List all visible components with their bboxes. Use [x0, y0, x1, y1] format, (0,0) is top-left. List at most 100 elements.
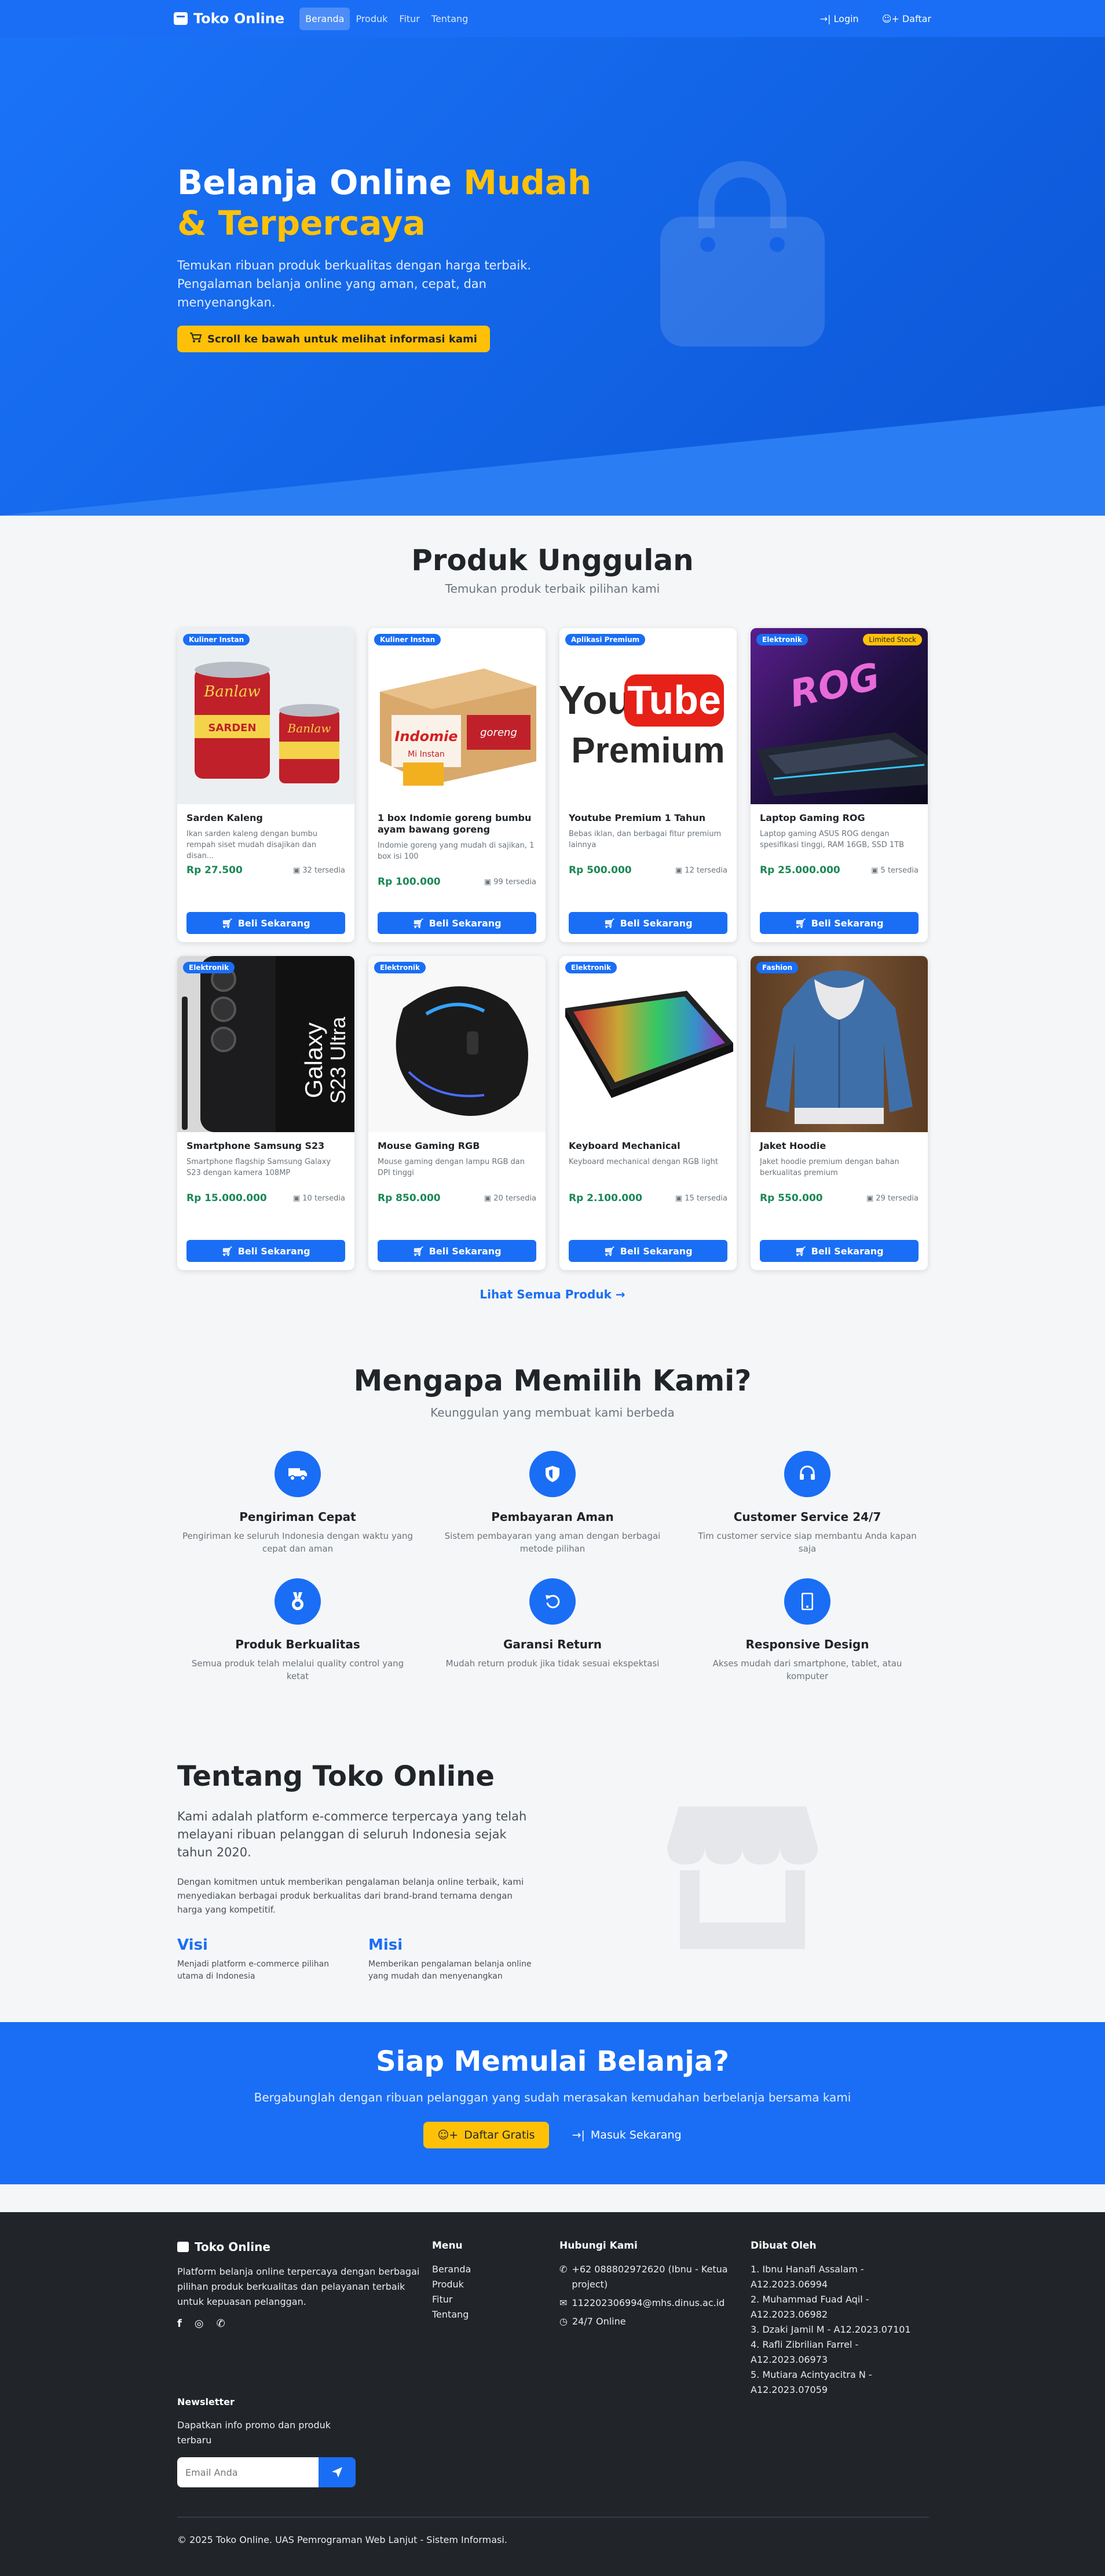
nav-link-beranda[interactable]: Beranda [299, 7, 350, 30]
feature-item: Customer Service 24/7 Tim customer servi… [686, 1451, 929, 1555]
nav-link-fitur[interactable]: Fitur [393, 8, 425, 30]
box-icon: ▣ [292, 866, 303, 875]
footer-link-fitur[interactable]: Fitur [432, 2292, 471, 2307]
visi-block: Visi Menjadi platform e-commerce pilihan… [177, 1936, 351, 1983]
register-free-button[interactable]: ☺+ Daftar Gratis [423, 2122, 549, 2148]
svg-text:Banlaw: Banlaw [287, 721, 331, 735]
product-stock: ▣ 20 tersedia [484, 1194, 536, 1203]
feature-item: Pengiriman Cepat Pengiriman ke seluruh I… [176, 1451, 419, 1555]
newsletter-email-input[interactable] [177, 2457, 319, 2487]
stock-text: 10 tersedia [302, 1194, 345, 1203]
buy-button[interactable]: 🛒︎ Beli Sekarang [760, 1240, 919, 1262]
features-section: Mengapa Memilih Kami? Keunggulan yang me… [0, 1327, 1105, 1698]
cart-icon: 🛒︎ [795, 917, 807, 929]
buy-button[interactable]: 🛒︎ Beli Sekarang [186, 1240, 345, 1262]
store-icon [177, 2242, 189, 2252]
product-card[interactable]: Kuliner Instan Indomie Mi Instan goreng … [368, 628, 546, 942]
product-desc: Ikan sarden kaleng dengan bumbu rempah s… [186, 830, 318, 860]
category-badge: Elektronik [374, 962, 426, 973]
cart-icon: 🛒︎ [412, 917, 425, 929]
facebook-icon[interactable]: f [177, 2318, 182, 2330]
feature-item: Responsive Design Akses mudah dari smart… [686, 1578, 929, 1683]
register-label: Daftar [902, 13, 931, 24]
product-card[interactable]: Kuliner Instan Banlaw SARDEN Banlaw Sard… [177, 628, 354, 942]
box-icon: ▣ [866, 1194, 876, 1203]
login-now-button[interactable]: →| Masuk Sekarang [572, 2122, 682, 2148]
product-price: Rp 15.000.000 [186, 1192, 267, 1204]
feature-desc: Akses mudah dari smartphone, tablet, ata… [712, 1658, 902, 1681]
stock-text: 32 tersedia [302, 866, 345, 875]
product-card[interactable]: Elektronik Limited Stock ROG Laptop Gami… [751, 628, 928, 942]
footer-link-beranda[interactable]: Beranda [432, 2262, 471, 2277]
footer-brand-name: Toko Online [195, 2240, 270, 2254]
login-now-label: Masuk Sekarang [590, 2129, 682, 2141]
product-desc: Bebas iklan, dan berbagai fitur premium … [569, 830, 722, 849]
cta-title: Siap Memulai Belanja? [376, 2045, 729, 2078]
feature-desc: Tim customer service siap membantu Anda … [698, 1531, 917, 1554]
whatsapp-icon[interactable]: ✆ [217, 2318, 225, 2330]
buy-button[interactable]: 🛒︎ Beli Sekarang [186, 912, 345, 934]
products-title: Produk Unggulan [411, 543, 694, 577]
box-icon: ▣ [675, 1194, 685, 1203]
newsletter-send-button[interactable] [319, 2457, 356, 2487]
see-all-products-link[interactable]: Lihat Semua Produk → [0, 1287, 1105, 1301]
footer-link-tentang[interactable]: Tentang [432, 2307, 471, 2322]
brand-logo[interactable]: Toko Online [174, 10, 284, 27]
footer-credits-title: Dibuat Oleh [751, 2240, 817, 2252]
footer-about: Toko Online Platform belanja online terp… [177, 2240, 420, 2330]
cart-icon: 🛒︎ [795, 1245, 807, 1257]
limited-stock-badge: Limited Stock [863, 634, 922, 645]
product-card[interactable]: Elektronik Galaxy S23 Ultra Smartphone S… [177, 956, 354, 1270]
about-section: Tentang Toko Online Kami adalah platform… [0, 1698, 1105, 2022]
undo-icon [529, 1578, 576, 1625]
stock-text: 12 tersedia [685, 866, 727, 875]
nav-link-tentang[interactable]: Tentang [426, 8, 474, 30]
footer-menu-title: Menu [432, 2240, 463, 2252]
product-card[interactable]: Elektronik Keyboard Mechanical Keyboard … [559, 956, 737, 1270]
newsletter-desc: Dapatkan info promo dan produk terbaru [177, 2420, 331, 2446]
product-price: Rp 850.000 [378, 1192, 441, 1204]
product-card[interactable]: Fashion Jaket Hoodie Jaket hoodie premiu… [751, 956, 928, 1270]
clock-icon: ◷ [559, 2316, 568, 2327]
instagram-icon[interactable]: ◎ [195, 2318, 204, 2330]
product-name: 1 box Indomie goreng bumbu ayam bawang g… [378, 812, 532, 835]
buy-button[interactable]: 🛒︎ Beli Sekarang [378, 912, 536, 934]
category-badge: Elektronik [183, 962, 235, 973]
product-stock: ▣ 32 tersedia [293, 866, 345, 875]
whatsapp-icon: ✆ [559, 2264, 568, 2275]
user-plus-icon: ☺+ [437, 2129, 459, 2141]
credit-item: 2. Muhammad Fuad Aqil - A12.2023.06982 [751, 2294, 869, 2320]
buy-button[interactable]: 🛒︎ Beli Sekarang [760, 912, 919, 934]
svg-text:Indomie: Indomie [394, 728, 458, 745]
hero-scroll-button[interactable]: Scroll ke bawah untuk melihat informasi … [177, 326, 490, 352]
product-image-indomie: Kuliner Instan Indomie Mi Instan goreng [368, 628, 546, 804]
svg-text:ROG: ROG [786, 655, 884, 716]
product-desc: Jaket hoodie premium dengan bahan berkua… [760, 1158, 899, 1177]
buy-button[interactable]: 🛒︎ Beli Sekarang [569, 1240, 727, 1262]
product-stock: ▣ 10 tersedia [293, 1194, 345, 1203]
buy-label: Beli Sekarang [429, 917, 502, 929]
brand-name: Toko Online [193, 10, 285, 27]
hero-subtitle: Temukan ribuan produk berkualitas dengan… [177, 258, 532, 309]
store-icon [174, 12, 188, 25]
buy-button[interactable]: 🛒︎ Beli Sekarang [378, 1240, 536, 1262]
nav-link-produk[interactable]: Produk [350, 8, 393, 30]
footer-desc: Platform belanja online terpercaya denga… [177, 2266, 420, 2307]
product-name: Sarden Kaleng [186, 812, 263, 823]
login-link[interactable]: →| Login [820, 13, 859, 24]
footer-link-produk[interactable]: Produk [432, 2277, 471, 2292]
product-desc: Laptop gaming ASUS ROG dengan spesifikas… [760, 830, 905, 849]
stock-text: 20 tersedia [493, 1194, 536, 1203]
credit-item: 4. Rafli Zibrilian Farrel - A12.2023.069… [751, 2339, 859, 2365]
buy-label: Beli Sekarang [237, 917, 310, 929]
product-name: Youtube Premium 1 Tahun [569, 812, 706, 823]
product-stock: ▣ 29 tersedia [866, 1194, 919, 1203]
product-card[interactable]: Aplikasi Premium You Tube Premium Youtub… [559, 628, 737, 942]
register-link[interactable]: ☺+ Daftar [882, 13, 931, 24]
hero-slant-decoration [0, 406, 1105, 516]
mobile-icon [784, 1578, 830, 1625]
product-card[interactable]: Elektronik Mouse Gaming RGB Mouse gaming… [368, 956, 546, 1270]
buy-button[interactable]: 🛒︎ Beli Sekarang [569, 912, 727, 934]
box-icon: ▣ [871, 866, 881, 875]
feature-desc: Mudah return produk jika tidak sesuai ek… [445, 1658, 660, 1669]
